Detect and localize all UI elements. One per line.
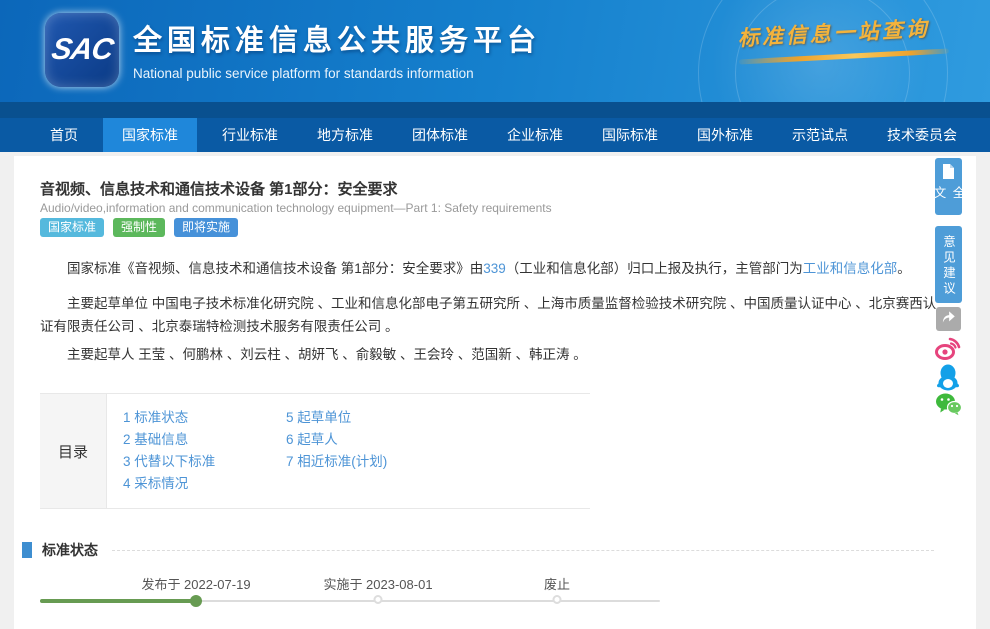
nav-item-international-standards[interactable]: 国际标准 xyxy=(588,118,672,152)
site-title-en: National public service platform for sta… xyxy=(133,66,541,81)
link-committee-339[interactable]: 339 xyxy=(483,261,506,276)
timeline-label-published: 发布于 2022-07-19 xyxy=(141,574,250,593)
weibo-icon[interactable] xyxy=(934,334,962,362)
site-title-cn: 全国标准信息公共服务平台 xyxy=(133,17,541,59)
sac-logo-text: SAC xyxy=(49,33,115,67)
status-timeline: 发布于 2022-07-19 实施于 2023-08-01 废止 xyxy=(14,568,962,628)
header-bottom-band xyxy=(0,102,990,118)
toc-links: 1 标准状态 2 基础信息 3 代替以下标准 4 采标情况 5 起草单位 6 起… xyxy=(107,394,590,508)
slogan-text: 标准信息一站查询 xyxy=(737,12,948,53)
main-nav: 首页 国家标准 行业标准 地方标准 团体标准 企业标准 国际标准 国外标准 示范… xyxy=(0,118,990,152)
standard-title-en: Audio/video,information and communicatio… xyxy=(40,201,552,215)
timeline-track-completed xyxy=(40,599,196,603)
timeline-dot-abolished xyxy=(553,595,562,604)
nav-item-home[interactable]: 首页 xyxy=(36,118,92,152)
timeline-label-implemented: 实施于 2023-08-01 xyxy=(323,574,432,593)
fulltext-button[interactable]: 全文 xyxy=(935,158,962,215)
toc-label: 目录 xyxy=(40,394,107,508)
para1-text: （工业和信息化部）归口上报及执行，主管部门为 xyxy=(506,261,803,276)
wechat-icon[interactable] xyxy=(935,392,963,420)
paragraph-drafters: 主要起草人 王莹 、何鹏林 、刘云柱 、胡妍飞 、俞毅敏 、王会玲 、范国新 、… xyxy=(40,343,946,366)
table-of-contents: 目录 1 标准状态 2 基础信息 3 代替以下标准 4 采标情况 5 起草单位 … xyxy=(40,393,590,509)
toc-column-2: 5 起草单位 6 起草人 7 相近标准(计划) xyxy=(286,407,387,495)
nav-item-foreign-standards[interactable]: 国外标准 xyxy=(683,118,767,152)
share-button[interactable] xyxy=(936,307,961,331)
badge-row: 国家标准 强制性 即将实施 xyxy=(40,218,238,237)
para1-text: 国家标准《音视频、信息技术和通信技术设备 第1部分：安全要求》由 xyxy=(67,261,483,276)
badge-upcoming-implementation: 即将实施 xyxy=(174,218,238,237)
timeline-dot-implemented xyxy=(374,595,383,604)
document-icon xyxy=(942,164,955,184)
paragraph-governance: 国家标准《音视频、信息技术和通信技术设备 第1部分：安全要求》由339（工业和信… xyxy=(40,257,946,280)
feedback-button[interactable]: 意见建议 xyxy=(935,226,962,303)
site-title: 全国标准信息公共服务平台 National public service pla… xyxy=(133,17,541,81)
status-section-title: 标准状态 xyxy=(42,540,98,560)
nav-item-group-standards[interactable]: 团体标准 xyxy=(398,118,482,152)
para1-text: 。 xyxy=(897,261,911,276)
nav-item-technical-committees[interactable]: 技术委员会 xyxy=(873,118,971,152)
nav-item-industry-standards[interactable]: 行业标准 xyxy=(208,118,292,152)
site-header: SAC 全国标准信息公共服务平台 National public service… xyxy=(0,0,990,102)
toc-link-basic-info[interactable]: 2 基础信息 xyxy=(123,429,286,451)
slogan-underline-decoration xyxy=(739,48,949,64)
share-icon xyxy=(941,310,956,329)
fulltext-button-label: 全文 xyxy=(930,186,968,215)
toc-link-replaced-standards[interactable]: 3 代替以下标准 xyxy=(123,451,286,473)
nav-item-pilot-demonstration[interactable]: 示范试点 xyxy=(778,118,862,152)
sac-logo[interactable]: SAC xyxy=(45,13,119,87)
nav-item-enterprise-standards[interactable]: 企业标准 xyxy=(493,118,577,152)
link-ministry-of-industry[interactable]: 工业和信息化部 xyxy=(803,261,898,276)
section-marker-decoration xyxy=(22,542,32,558)
section-divider-line xyxy=(112,550,934,551)
badge-national-standard: 国家标准 xyxy=(40,218,104,237)
standard-title-cn: 音视频、信息技术和通信技术设备 第1部分：安全要求 xyxy=(40,178,398,199)
status-section-header: 标准状态 xyxy=(22,540,934,560)
paragraph-drafting-organizations: 主要起草单位 中国电子技术标准化研究院 、工业和信息化部电子第五研究所 、上海市… xyxy=(40,292,946,338)
timeline-dot-published xyxy=(190,595,202,607)
timeline-label-abolished: 废止 xyxy=(544,574,570,593)
nav-item-local-standards[interactable]: 地方标准 xyxy=(303,118,387,152)
toc-link-standard-status[interactable]: 1 标准状态 xyxy=(123,407,286,429)
slogan-banner: 标准信息一站查询 xyxy=(737,12,949,65)
badge-mandatory: 强制性 xyxy=(113,218,165,237)
toc-link-drafting-organizations[interactable]: 5 起草单位 xyxy=(286,407,387,429)
toc-link-adoption-status[interactable]: 4 采标情况 xyxy=(123,473,286,495)
toc-column-1: 1 标准状态 2 基础信息 3 代替以下标准 4 采标情况 xyxy=(123,407,286,495)
content-card: 音视频、信息技术和通信技术设备 第1部分：安全要求 Audio/video,in… xyxy=(14,156,976,629)
qq-icon[interactable] xyxy=(935,363,963,391)
toc-link-similar-standards[interactable]: 7 相近标准(计划) xyxy=(286,451,387,473)
nav-item-national-standards[interactable]: 国家标准 xyxy=(103,118,197,152)
toc-link-drafters[interactable]: 6 起草人 xyxy=(286,429,387,451)
feedback-button-label: 意见建议 xyxy=(939,235,958,297)
